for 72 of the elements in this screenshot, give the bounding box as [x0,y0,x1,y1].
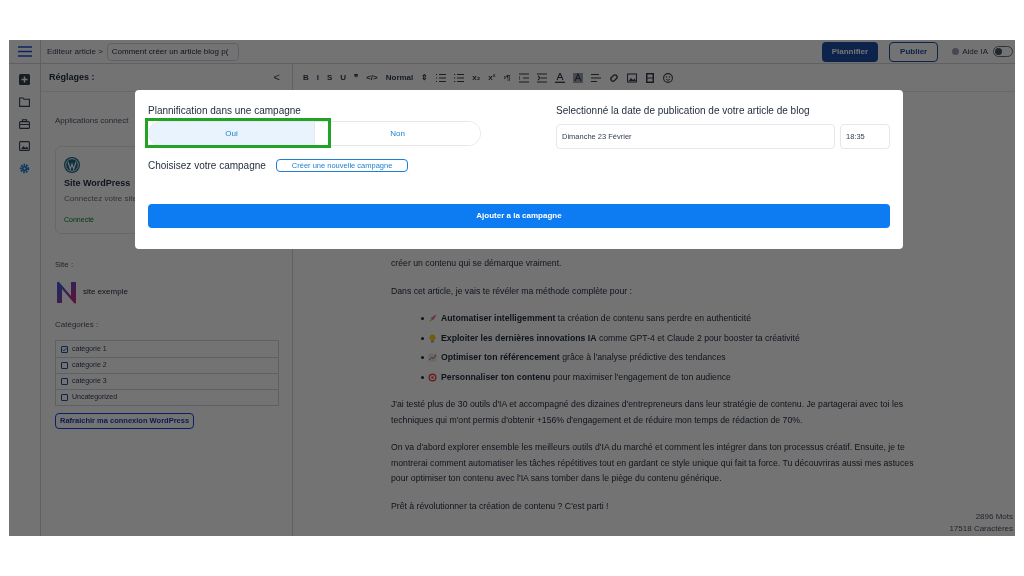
bullet-icon [421,336,424,340]
toolbar-button[interactable]: S [327,71,333,84]
campaign-label: Choisisez votre campagne [148,159,266,173]
bullet-icon [421,317,424,321]
ai-help-toggle[interactable] [993,46,1013,57]
toolbar-button[interactable]: U [340,71,347,84]
toolbar-button[interactable]: ›¶ [503,71,511,84]
image-icon[interactable] [19,141,30,151]
list-item-text: Optimiser ton référencement grâce à l'analyse prédictive des tendances [441,351,726,364]
card-title: Site WordPress [64,177,131,190]
publish-button[interactable]: Publier [889,41,939,62]
bullet-icon [421,356,424,360]
character-count: 17518 Caractères [949,523,1013,535]
chart-icon [428,353,437,363]
category-checkbox[interactable] [61,345,68,353]
publication-date-title: Selectionné la date de publication de votre article de blog [556,104,810,118]
category-checkbox[interactable] [61,378,68,385]
rocket-icon [428,314,437,324]
light-bulb-icon [428,333,437,343]
toolbar-button[interactable]: ❞ [354,71,359,84]
site-logo-icon [55,280,79,304]
categories-label: Catégories : [55,320,99,329]
paragraph: Prêt à révolutionner ta création de contenu ? C'est parti ! [391,499,610,513]
toolbar-button[interactable]: x² [488,71,496,84]
ai-help-label: Aide IA [962,45,988,58]
site-label: Site : [55,260,74,269]
toolbar-button[interactable]: </> [366,71,378,84]
paragraph: Dans cet article, je vais te révéler ma méthode complète pour : [391,284,633,298]
target-icon [428,372,437,382]
ordered-list-icon[interactable] [436,72,447,83]
link-icon[interactable] [608,72,619,83]
collapse-button[interactable]: < [273,69,280,86]
settings-icon[interactable] [19,163,30,174]
bullet-icon [421,375,424,379]
toggle-option[interactable]: Oui [149,122,314,145]
film-icon[interactable] [644,72,655,83]
breadcrumb-link[interactable]: Editeur article > [47,45,103,58]
add-to-campaign-button[interactable]: Ajouter a la campagne [148,204,890,228]
folder-icon[interactable] [19,97,30,107]
list-item-text: Automatiser intelligemment ta création de contenu sans perdre en authenticité [441,312,751,325]
image-icon[interactable] [626,72,637,83]
toolbar-button[interactable]: ⇕ [421,71,429,84]
paragraph: On va d'abord explorer ensemble les meilleurs outils d'IA du marché et comment les intégrer dans ton processus créatif. Ensuite, je te montrerai comment automatiser les tâches répétitives tout en gardant ce style unique qui fait ta force. Tu découvriras aussi mes astuces pour optimiser ton contenu avec l'IA sans tomber dans le piège du contenu générique. [391,441,915,485]
settings-title: Réglages : [49,70,95,84]
toolbar-button[interactable]: I [316,71,319,84]
toolbar-button[interactable]: B [303,71,309,84]
highlight-icon[interactable] [572,72,583,83]
category-checkbox[interactable] [61,394,68,401]
schedule-button[interactable]: Plannifier [821,41,879,62]
list-item-text: Personnaliser ton contenu pour maximiser l'engagement de ton audience [441,370,731,384]
article-title-field[interactable]: Comment créer un article blog p( [106,42,239,61]
word-count: 2896 Mots [975,511,1013,523]
outdent-icon[interactable] [518,72,529,83]
bullet-list-icon[interactable] [454,72,465,83]
briefcase-icon[interactable] [19,119,30,129]
toolbar-button[interactable]: x₂ [472,71,481,84]
paragraph: J'ai testé plus de 30 outils d'IA et accompagné des dizaines d'entrepreneurs dans leur stratégie de contenu. Je partagerai avec toi les techniques qui m'ont permis d'obtenir +156% d'engagement et de réduire mon temps de rédaction de 70%. [391,398,905,427]
text-color-icon[interactable] [554,72,565,83]
help-icon [952,48,960,55]
toolbar-button[interactable]: Normal [385,71,414,84]
site-name: site exemple [83,286,128,298]
menu-icon[interactable] [17,46,32,57]
list-item-text: Exploiter les dernières innovations IA comme GPT-4 et Claude 2 pour booster ta créativité [441,331,800,345]
wordpress-logo-icon [64,157,80,173]
campaign-title: Plannification dans une campagne [148,104,301,118]
indent-icon[interactable] [536,72,547,83]
apps-label: Applications connect [55,116,129,125]
category-checkbox[interactable] [61,362,68,369]
align-icon[interactable] [590,72,601,83]
paragraph: créer un contenu qui se démarque vraiment. [391,257,563,270]
add-icon[interactable] [19,74,30,85]
emoji-icon[interactable] [662,72,673,83]
